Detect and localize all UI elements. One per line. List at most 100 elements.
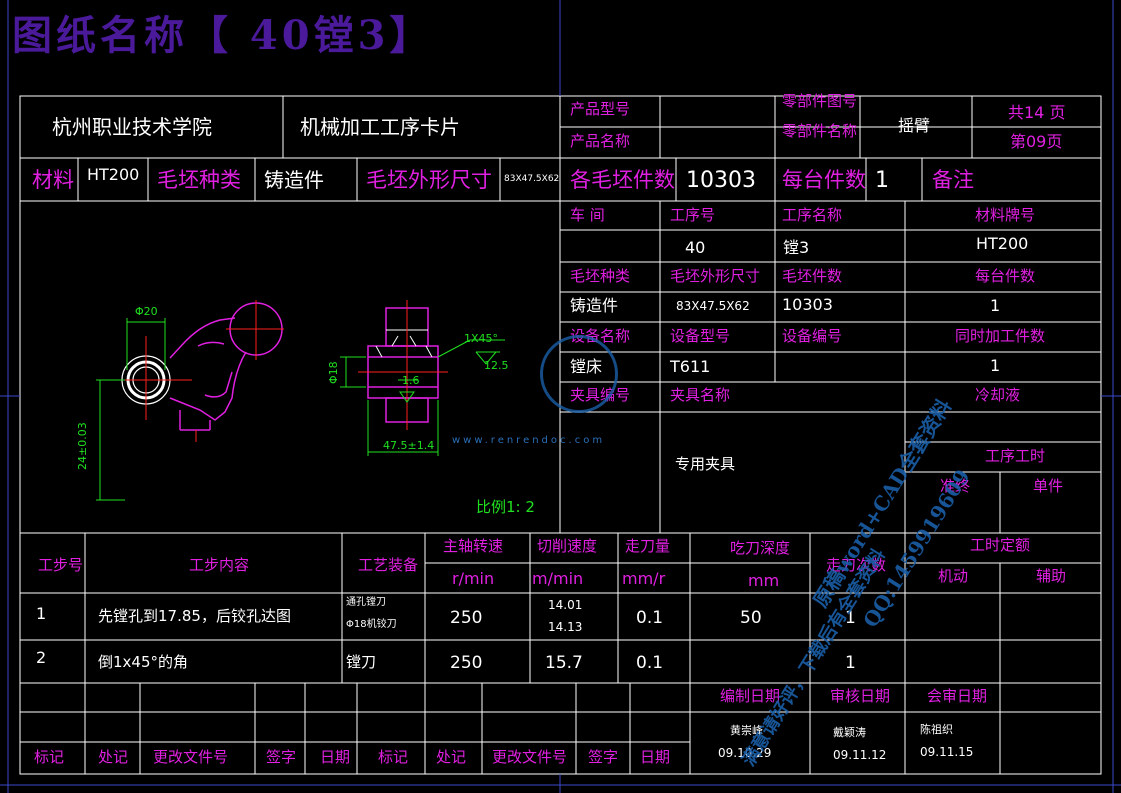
step2-cut: 15.7 [545,653,583,673]
step1-speed: 250 [450,608,483,628]
blank-size-value: 83X47.5X62 [504,174,560,184]
simul-value: 1 [990,356,1001,375]
h-cut-unit: m/min [532,569,584,588]
section-view [367,307,439,423]
part-name-label: 零部件名称 [782,122,858,140]
review-date-label: 审核日期 [830,687,891,705]
dim-dia20: Φ20 [135,305,158,318]
footer-mark-1: 标记 [34,748,65,766]
reviewer-name: 戴颖涛 [833,726,866,739]
coolant-label: 冷却液 [975,386,1021,404]
dim-chamfer: 1X45° [464,332,499,345]
step2-passes: 1 [845,653,856,673]
pieces-per-blank-label: 各毛坯件数 [570,168,675,192]
step2-equip1: 镗刀 [346,653,377,671]
signer-name: 陈祖织 [920,723,953,736]
h-depth-unit: mm [748,571,780,590]
step2-speed: 250 [450,653,483,673]
footer-place-1: 处记 [98,748,129,766]
blank-type-value: 铸造件 [264,168,324,192]
fixture-name-label: 夹具名称 [670,386,731,404]
h-content: 工步内容 [189,556,250,574]
footer-change-doc-1: 更改文件号 [153,748,229,766]
step1-cut2: 14.13 [548,620,583,634]
footer-date-1: 日期 [320,748,351,766]
step1-depth: 50 [740,608,762,628]
card-name: 机械加工工序卡片 [300,115,460,139]
h-speed: 主轴转速 [443,537,504,555]
blank-type-label: 毛坯种类 [157,168,241,192]
step2-feed: 0.1 [636,653,664,673]
op-no-value: 40 [685,238,706,257]
equip-model: T611 [670,357,711,376]
compile-date-label: 编制日期 [720,687,781,705]
step1-no: 1 [36,604,47,623]
step1-equip1: 通孔镗刀 [346,597,386,608]
op-name-value: 镗3 [783,238,810,257]
pieces-per-blank-value: 10303 [686,168,756,193]
watermark-logo-icon [540,335,618,413]
product-name-label: 产品名称 [570,132,631,150]
part-name: 摇臂 [898,116,931,135]
product-model-label: 产品型号 [570,100,631,118]
sign-date: 09.11.15 [920,745,974,759]
footer-mark-2: 标记 [378,748,409,766]
simul-label: 同时加工件数 [955,327,1046,345]
step1-feed: 0.1 [636,608,664,628]
equip-model-label: 设备型号 [670,327,731,345]
pi-blank-size-label: 毛坯外形尺寸 [670,267,761,285]
blank-size-label: 毛坯外形尺寸 [366,168,492,192]
footer-place-2: 处记 [436,748,467,766]
step1-equip2: Φ18机铰刀 [346,619,397,630]
dim-24: 24±0.03 [76,422,89,470]
h-step-no: 工步号 [38,556,84,574]
step2-content: 倒1x45°的角 [98,653,189,671]
step1-cut1: 14.01 [548,598,583,612]
per-unit-label: 每台件数 [782,168,866,192]
scale-label: 比例1: 2 [476,498,535,516]
pi-blank-count: 10303 [782,295,833,314]
step1-content: 先镗孔到17.85，后铰孔达图 [98,607,291,625]
h-aux: 辅助 [1036,567,1067,585]
sign-date-label: 会审日期 [927,687,988,705]
dim-ra16: 1.6 [402,374,420,387]
part-no-label: 零部件图号 [782,92,858,110]
dim-475: 47.5±1.4 [383,439,435,452]
h-feed-unit: mm/r [622,569,666,588]
step2-no: 2 [36,648,47,667]
watermark-site: www.renrendoc.com [452,435,606,446]
h-equip: 工艺装备 [358,556,419,574]
material-value: HT200 [87,165,140,184]
equip-no-label: 设备编号 [782,327,843,345]
h-speed-unit: r/min [452,569,495,588]
fixture-name: 专用夹具 [675,455,736,473]
unit-label: 单件 [1033,477,1064,495]
op-time-label: 工序工时 [985,447,1046,465]
workshop-label: 车 间 [570,206,605,224]
pi-blank-size: 83X47.5X62 [676,299,750,313]
pi-per-unit: 1 [990,296,1001,315]
dim-ra125: 12.5 [484,359,509,372]
pi-blank-count-label: 毛坯件数 [782,267,843,285]
review-date: 09.11.12 [833,748,887,762]
page-number: 第09页 [1010,132,1063,151]
h-cut-speed: 切削速度 [537,537,598,555]
h-time: 工时定额 [970,536,1031,554]
total-pages: 共14 页 [1008,103,1066,122]
h-depth: 吃刀深度 [730,539,791,557]
pi-blank-type: 铸造件 [570,296,619,315]
dim-dia18: Φ18 [327,361,340,384]
drawing-title: 图纸名称【 40镗3】 [12,12,434,59]
op-no-label: 工序号 [670,206,716,224]
footer-change-doc-2: 更改文件号 [492,748,568,766]
mat-grade-value: HT200 [976,234,1029,253]
h-machine: 机动 [938,567,969,585]
material-label: 材料 [32,168,74,192]
per-unit-value: 1 [875,168,889,193]
mat-grade-label: 材料牌号 [975,206,1036,224]
footer-date-2: 日期 [640,748,671,766]
remark-label: 备注 [932,168,974,192]
pi-per-unit-label: 每台件数 [975,267,1036,285]
school-name: 杭州职业技术学院 [52,115,212,139]
op-name-label: 工序名称 [782,206,843,224]
